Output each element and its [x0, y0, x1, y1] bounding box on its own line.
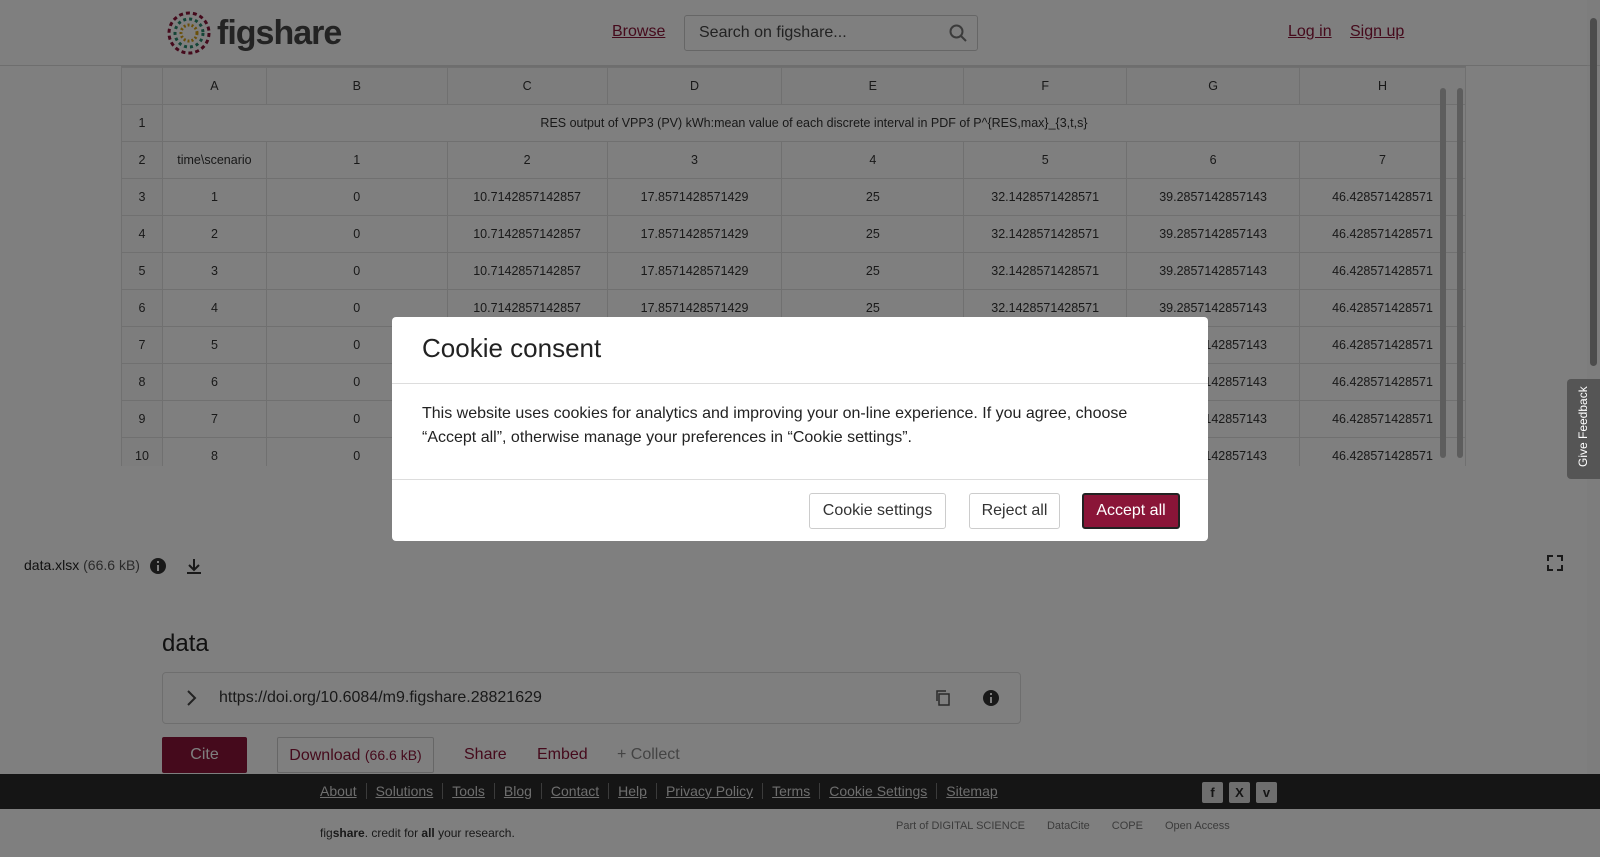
reject-all-button[interactable]: Reject all	[969, 493, 1060, 529]
cookie-settings-button[interactable]: Cookie settings	[809, 493, 946, 529]
cookie-consent-dialog: Cookie consent This website uses cookies…	[392, 317, 1208, 541]
divider	[392, 383, 1208, 384]
accept-all-button[interactable]: Accept all	[1082, 493, 1180, 529]
feedback-label: Give Feedback	[1576, 386, 1590, 467]
dialog-title: Cookie consent	[422, 333, 602, 363]
divider	[392, 479, 1208, 480]
give-feedback-tab[interactable]: Give Feedback	[1567, 379, 1600, 479]
dialog-body: This website uses cookies for analytics …	[422, 405, 1128, 446]
